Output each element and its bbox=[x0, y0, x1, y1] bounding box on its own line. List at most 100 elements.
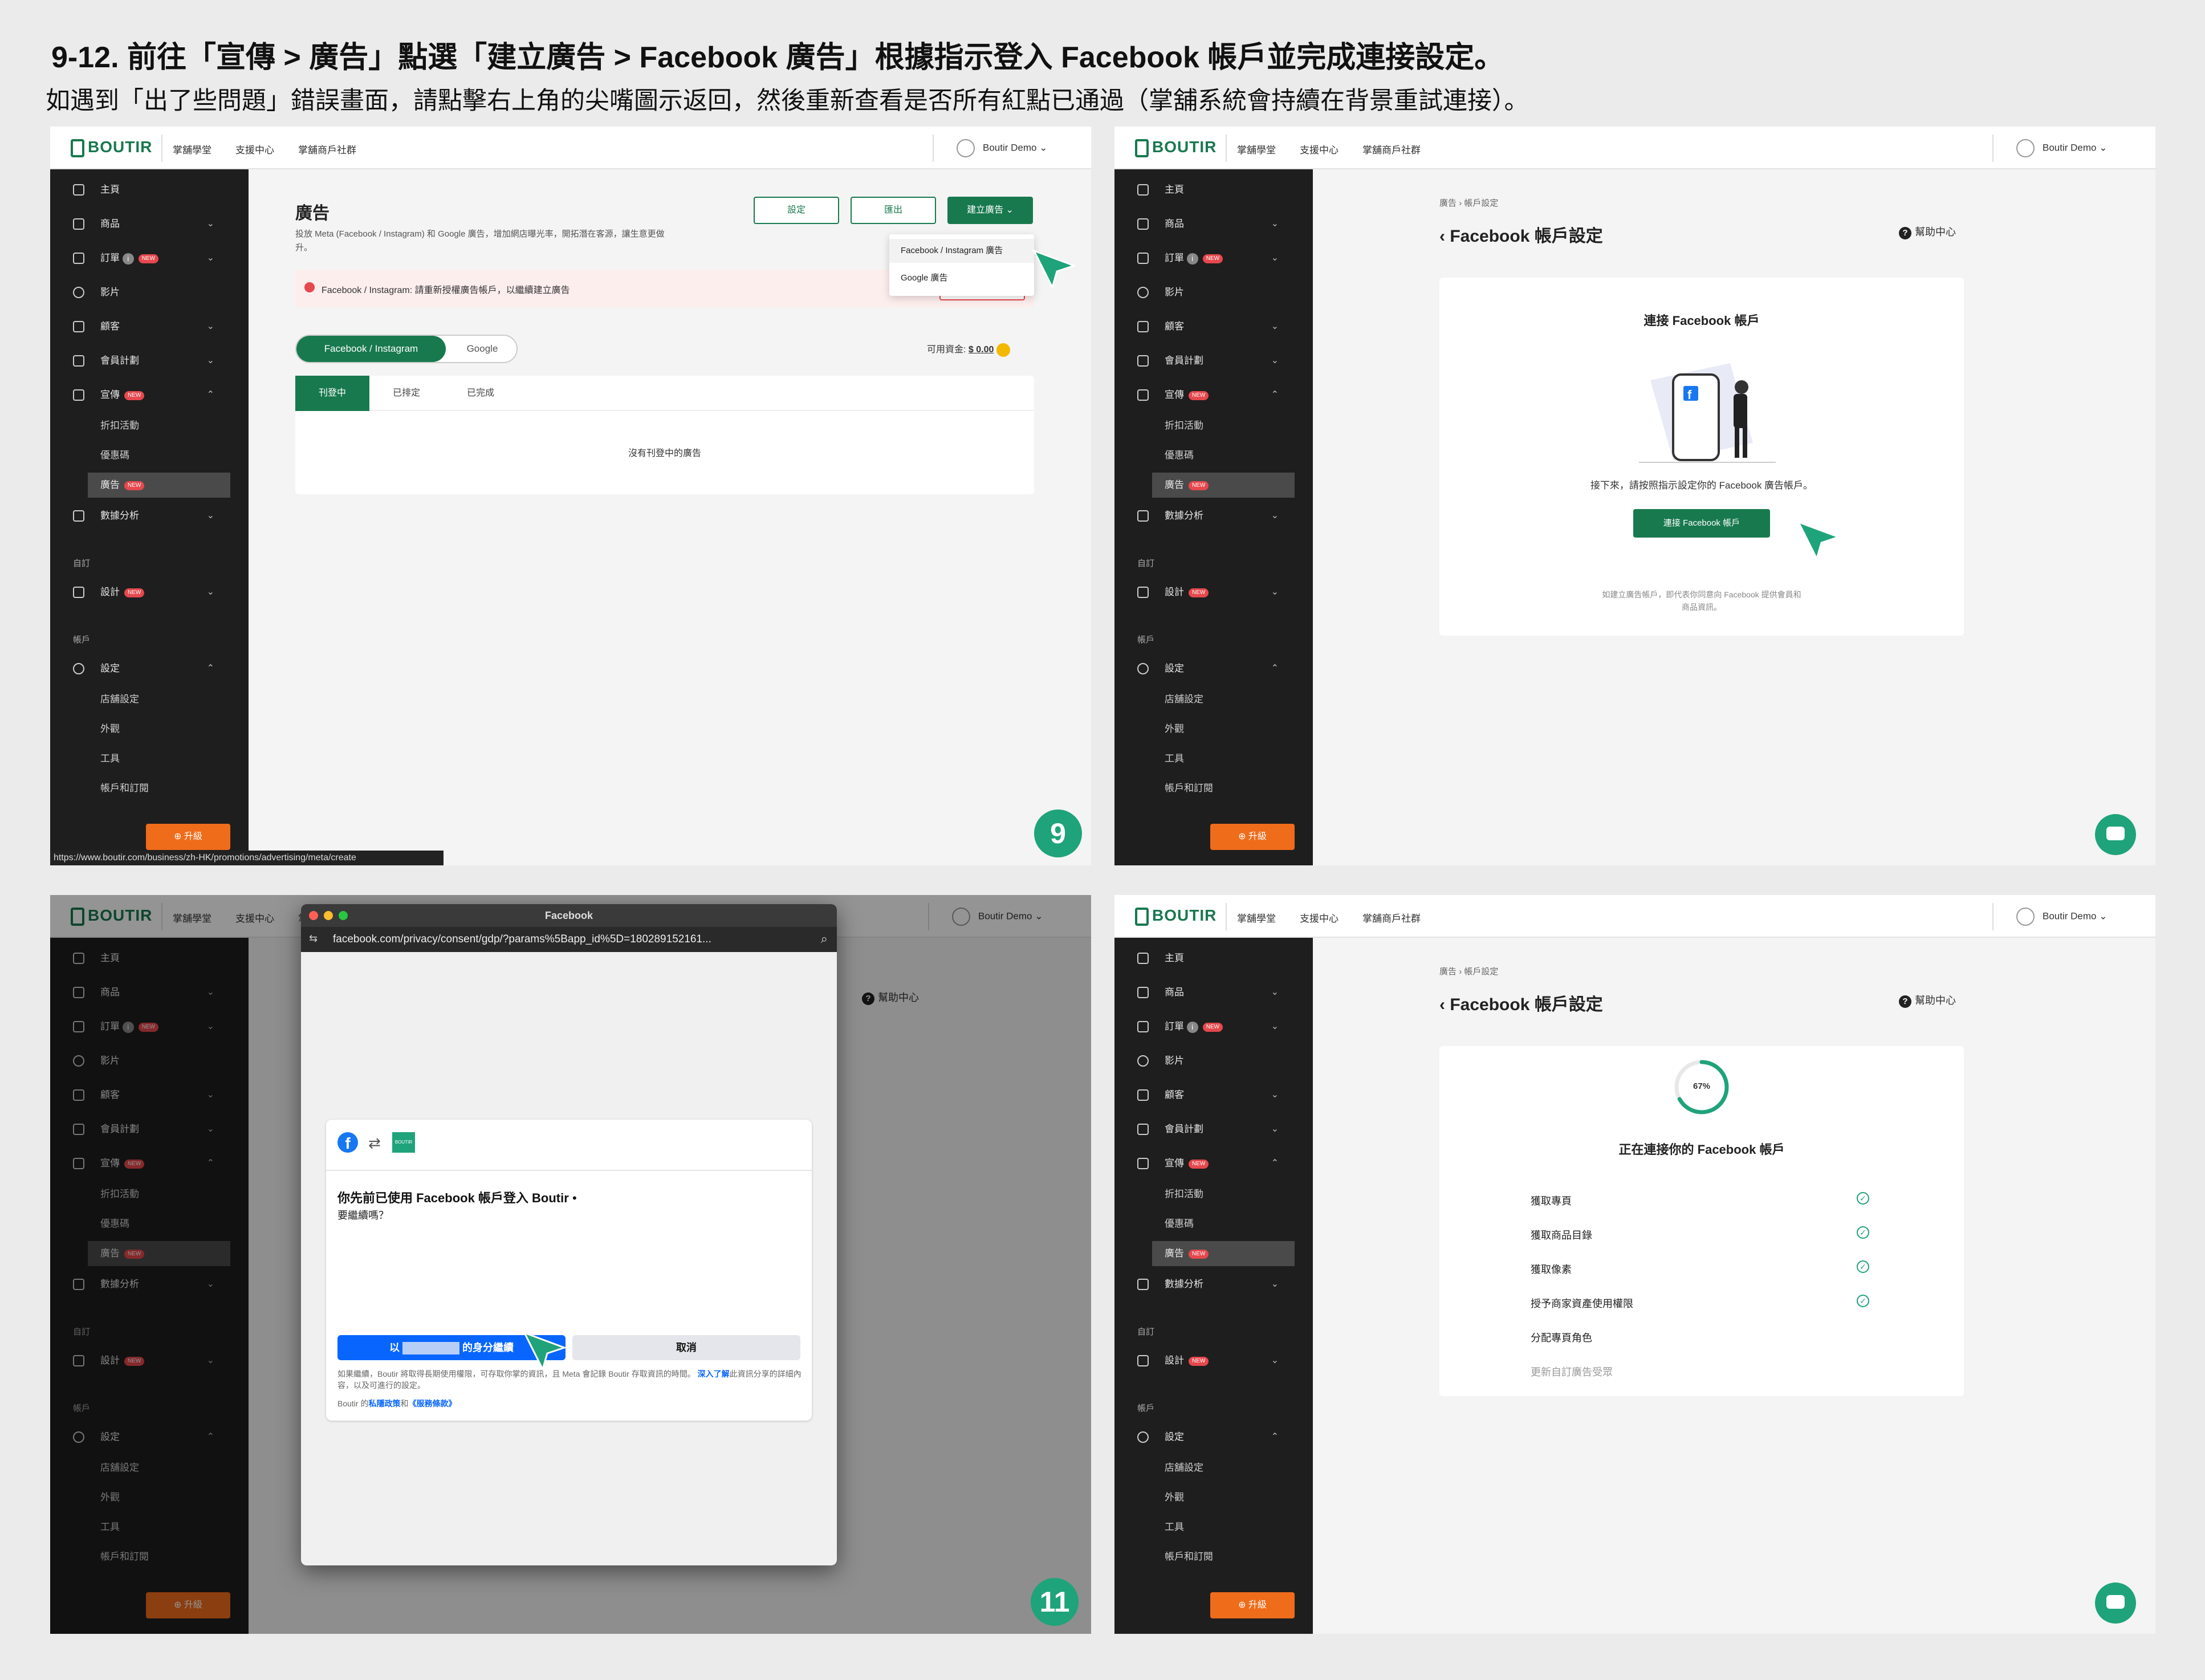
chat-icon[interactable] bbox=[2095, 814, 2136, 855]
upgrade-button[interactable]: ⊕ 升級 bbox=[1210, 1592, 1295, 1618]
menu-item-google-ads[interactable]: Google 廣告 bbox=[889, 266, 1034, 290]
sidebar-item-coupons[interactable]: 優惠碼 bbox=[50, 443, 233, 468]
cancel-button[interactable]: 取消 bbox=[572, 1335, 800, 1360]
sidebar-item-orders[interactable]: 訂單 i NEW ⌄ bbox=[1114, 1014, 1297, 1039]
url-bar[interactable]: ⇆ facebook.com/privacy/consent/gdp/?para… bbox=[301, 927, 837, 952]
sidebar-item-settings[interactable]: 設定 ⌃ bbox=[1114, 656, 1297, 681]
sidebar-item-customers[interactable]: 顧客 ⌄ bbox=[1114, 314, 1297, 339]
sidebar-item-orders[interactable]: 訂單 i NEW ⌄ bbox=[1114, 246, 1297, 271]
sidebar-item-design[interactable]: 設計 NEW ⌄ bbox=[50, 580, 233, 605]
sidebar-item-design[interactable]: 設計 NEW ⌄ bbox=[1114, 580, 1297, 605]
sidebar-item-tools[interactable]: 工具 bbox=[1114, 1515, 1297, 1540]
sidebar-item-ads[interactable]: 廣告 NEW bbox=[1152, 473, 1295, 498]
sidebar-item-home[interactable]: 主頁 bbox=[1114, 946, 1297, 971]
sidebar-item-customers[interactable]: 顧客 ⌄ bbox=[50, 314, 233, 339]
nav-academy[interactable]: 掌舖學堂 bbox=[173, 142, 211, 156]
sidebar-item-billing[interactable]: 帳戶和訂閱 bbox=[50, 776, 233, 801]
nav-community[interactable]: 掌舖商戶社群 bbox=[298, 142, 356, 156]
sidebar-item-promotions[interactable]: 宣傳 NEW ⌃ bbox=[1114, 383, 1297, 408]
menu-item-facebook-ads[interactable]: Facebook / Instagram 廣告 bbox=[889, 239, 1034, 263]
toggle-facebook[interactable]: Facebook / Instagram bbox=[296, 336, 446, 362]
back-icon[interactable]: ‹ bbox=[1439, 227, 1445, 246]
user-menu[interactable]: Boutir Demo ⌄ bbox=[2016, 139, 2107, 157]
tab-completed[interactable]: 已完成 bbox=[444, 376, 518, 411]
sidebar-item-products[interactable]: 商品 ⌄ bbox=[1114, 211, 1297, 237]
nav-support[interactable]: 支援中心 bbox=[1300, 910, 1339, 925]
sidebar-item-tools[interactable]: 工具 bbox=[1114, 746, 1297, 771]
sidebar-item-analytics[interactable]: 數據分析 ⌄ bbox=[1114, 503, 1297, 528]
boutir-logo[interactable]: BOUTIR bbox=[71, 138, 152, 157]
sidebar-item-design[interactable]: 設計 NEW ⌄ bbox=[1114, 1348, 1297, 1373]
create-ad-button[interactable]: 建立廣告 ⌄ bbox=[947, 197, 1033, 224]
sidebar-item-appearance[interactable]: 外觀 bbox=[1114, 1485, 1297, 1510]
nav-community[interactable]: 掌舖商戶社群 bbox=[1362, 910, 1421, 925]
learn-more-link[interactable]: 深入了 bbox=[698, 1369, 722, 1378]
terms-link[interactable]: 《服務條款》 bbox=[408, 1399, 456, 1408]
sidebar-item-membership[interactable]: 會員計劃 ⌄ bbox=[1114, 348, 1297, 373]
sidebar-item-coupons[interactable]: 優惠碼 bbox=[1114, 443, 1297, 468]
help-center-link[interactable]: ? 幫助中心 bbox=[1899, 224, 1956, 239]
sidebar-item-home[interactable]: 主頁 bbox=[50, 177, 233, 202]
export-button[interactable]: 匯出 bbox=[851, 197, 936, 224]
policy-links: Boutir 的私隱政策和《服務條款》 bbox=[337, 1399, 457, 1408]
sidebar-item-home[interactable]: 主頁 bbox=[1114, 177, 1297, 202]
sidebar-item-products[interactable]: 商品 ⌄ bbox=[50, 211, 233, 237]
chat-icon[interactable] bbox=[2095, 1583, 2136, 1624]
upgrade-button[interactable]: ⊕ 升級 bbox=[1210, 824, 1295, 850]
sidebar-item-store-settings[interactable]: 店舖設定 bbox=[50, 687, 233, 712]
sidebar-item-videos[interactable]: 影片 bbox=[1114, 280, 1297, 305]
upgrade-button[interactable]: ⊕ 升級 bbox=[146, 824, 230, 850]
chart-icon bbox=[1137, 1279, 1149, 1290]
toggle-google[interactable]: Google bbox=[450, 336, 514, 362]
page-title: 廣告 bbox=[295, 204, 329, 223]
sidebar-item-membership[interactable]: 會員計劃 ⌄ bbox=[1114, 1117, 1297, 1142]
sidebar-item-videos[interactable]: 影片 bbox=[1114, 1048, 1297, 1073]
site-settings-icon[interactable]: ⇆ bbox=[309, 933, 318, 945]
user-menu[interactable]: Boutir Demo ⌄ bbox=[957, 139, 1047, 157]
tab-scheduled[interactable]: 已排定 bbox=[369, 376, 444, 411]
sidebar-item-coupons[interactable]: 優惠碼 bbox=[1114, 1211, 1297, 1236]
step-number-badge: 11 bbox=[1031, 1578, 1079, 1626]
nav-support[interactable]: 支援中心 bbox=[1300, 142, 1339, 156]
sidebar-item-promotions[interactable]: 宣傳 NEW ⌃ bbox=[50, 383, 233, 408]
sidebar-item-settings[interactable]: 設定 ⌃ bbox=[1114, 1425, 1297, 1450]
back-icon[interactable]: ‹ bbox=[1439, 995, 1445, 1014]
nav-academy[interactable]: 掌舖學堂 bbox=[1237, 910, 1276, 925]
redacted-name bbox=[402, 1342, 459, 1355]
sidebar-item-tools[interactable]: 工具 bbox=[50, 746, 233, 771]
sidebar-item-appearance[interactable]: 外觀 bbox=[50, 717, 233, 742]
sidebar-item-discounts[interactable]: 折扣活動 bbox=[1114, 1182, 1297, 1207]
tab-active[interactable]: 刊登中 bbox=[295, 376, 369, 411]
sidebar-item-appearance[interactable]: 外觀 bbox=[1114, 717, 1297, 742]
sidebar-item-ads[interactable]: 廣告 NEW bbox=[88, 473, 230, 498]
boutir-logo[interactable]: BOUTIR bbox=[1135, 906, 1217, 926]
sidebar-item-videos[interactable]: 影片 bbox=[50, 280, 233, 305]
nav-academy[interactable]: 掌舖學堂 bbox=[1237, 142, 1276, 156]
sidebar-item-membership[interactable]: 會員計劃 ⌄ bbox=[50, 348, 233, 373]
sidebar-item-analytics[interactable]: 數據分析 ⌄ bbox=[1114, 1272, 1297, 1297]
sidebar-item-discounts[interactable]: 折扣活動 bbox=[1114, 413, 1297, 438]
fb-letter: f bbox=[1687, 388, 1692, 402]
sidebar-item-billing[interactable]: 帳戶和訂閱 bbox=[1114, 1544, 1297, 1569]
avatar bbox=[2016, 908, 2035, 926]
sidebar-item-store-settings[interactable]: 店舖設定 bbox=[1114, 687, 1297, 712]
boutir-logo[interactable]: BOUTIR bbox=[1135, 138, 1217, 157]
settings-button[interactable]: 設定 bbox=[754, 197, 839, 224]
privacy-policy-link[interactable]: 私隱政策 bbox=[368, 1399, 400, 1408]
help-center-link[interactable]: ? 幫助中心 bbox=[1899, 992, 1956, 1008]
connect-facebook-button[interactable]: 連接 Facebook 帳戶 bbox=[1633, 509, 1770, 538]
user-menu[interactable]: Boutir Demo ⌄ bbox=[2016, 908, 2107, 926]
nav-community[interactable]: 掌舖商戶社群 bbox=[1362, 142, 1421, 156]
sidebar-item-analytics[interactable]: 數據分析 ⌄ bbox=[50, 503, 233, 528]
sidebar-item-orders[interactable]: 訂單 i NEW ⌄ bbox=[50, 246, 233, 271]
sidebar-item-customers[interactable]: 顧客 ⌄ bbox=[1114, 1083, 1297, 1108]
sidebar-item-discounts[interactable]: 折扣活動 bbox=[50, 413, 233, 438]
sidebar-item-billing[interactable]: 帳戶和訂閱 bbox=[1114, 776, 1297, 801]
search-icon[interactable]: ⌕ bbox=[821, 931, 828, 946]
sidebar-item-promotions[interactable]: 宣傳 NEW ⌃ bbox=[1114, 1151, 1297, 1176]
sidebar-item-store-settings[interactable]: 店舖設定 bbox=[1114, 1455, 1297, 1480]
sidebar-item-settings[interactable]: 設定 ⌃ bbox=[50, 656, 233, 681]
sidebar-item-products[interactable]: 商品 ⌄ bbox=[1114, 980, 1297, 1005]
nav-support[interactable]: 支援中心 bbox=[235, 142, 274, 156]
sidebar-item-ads[interactable]: 廣告 NEW bbox=[1152, 1241, 1295, 1266]
